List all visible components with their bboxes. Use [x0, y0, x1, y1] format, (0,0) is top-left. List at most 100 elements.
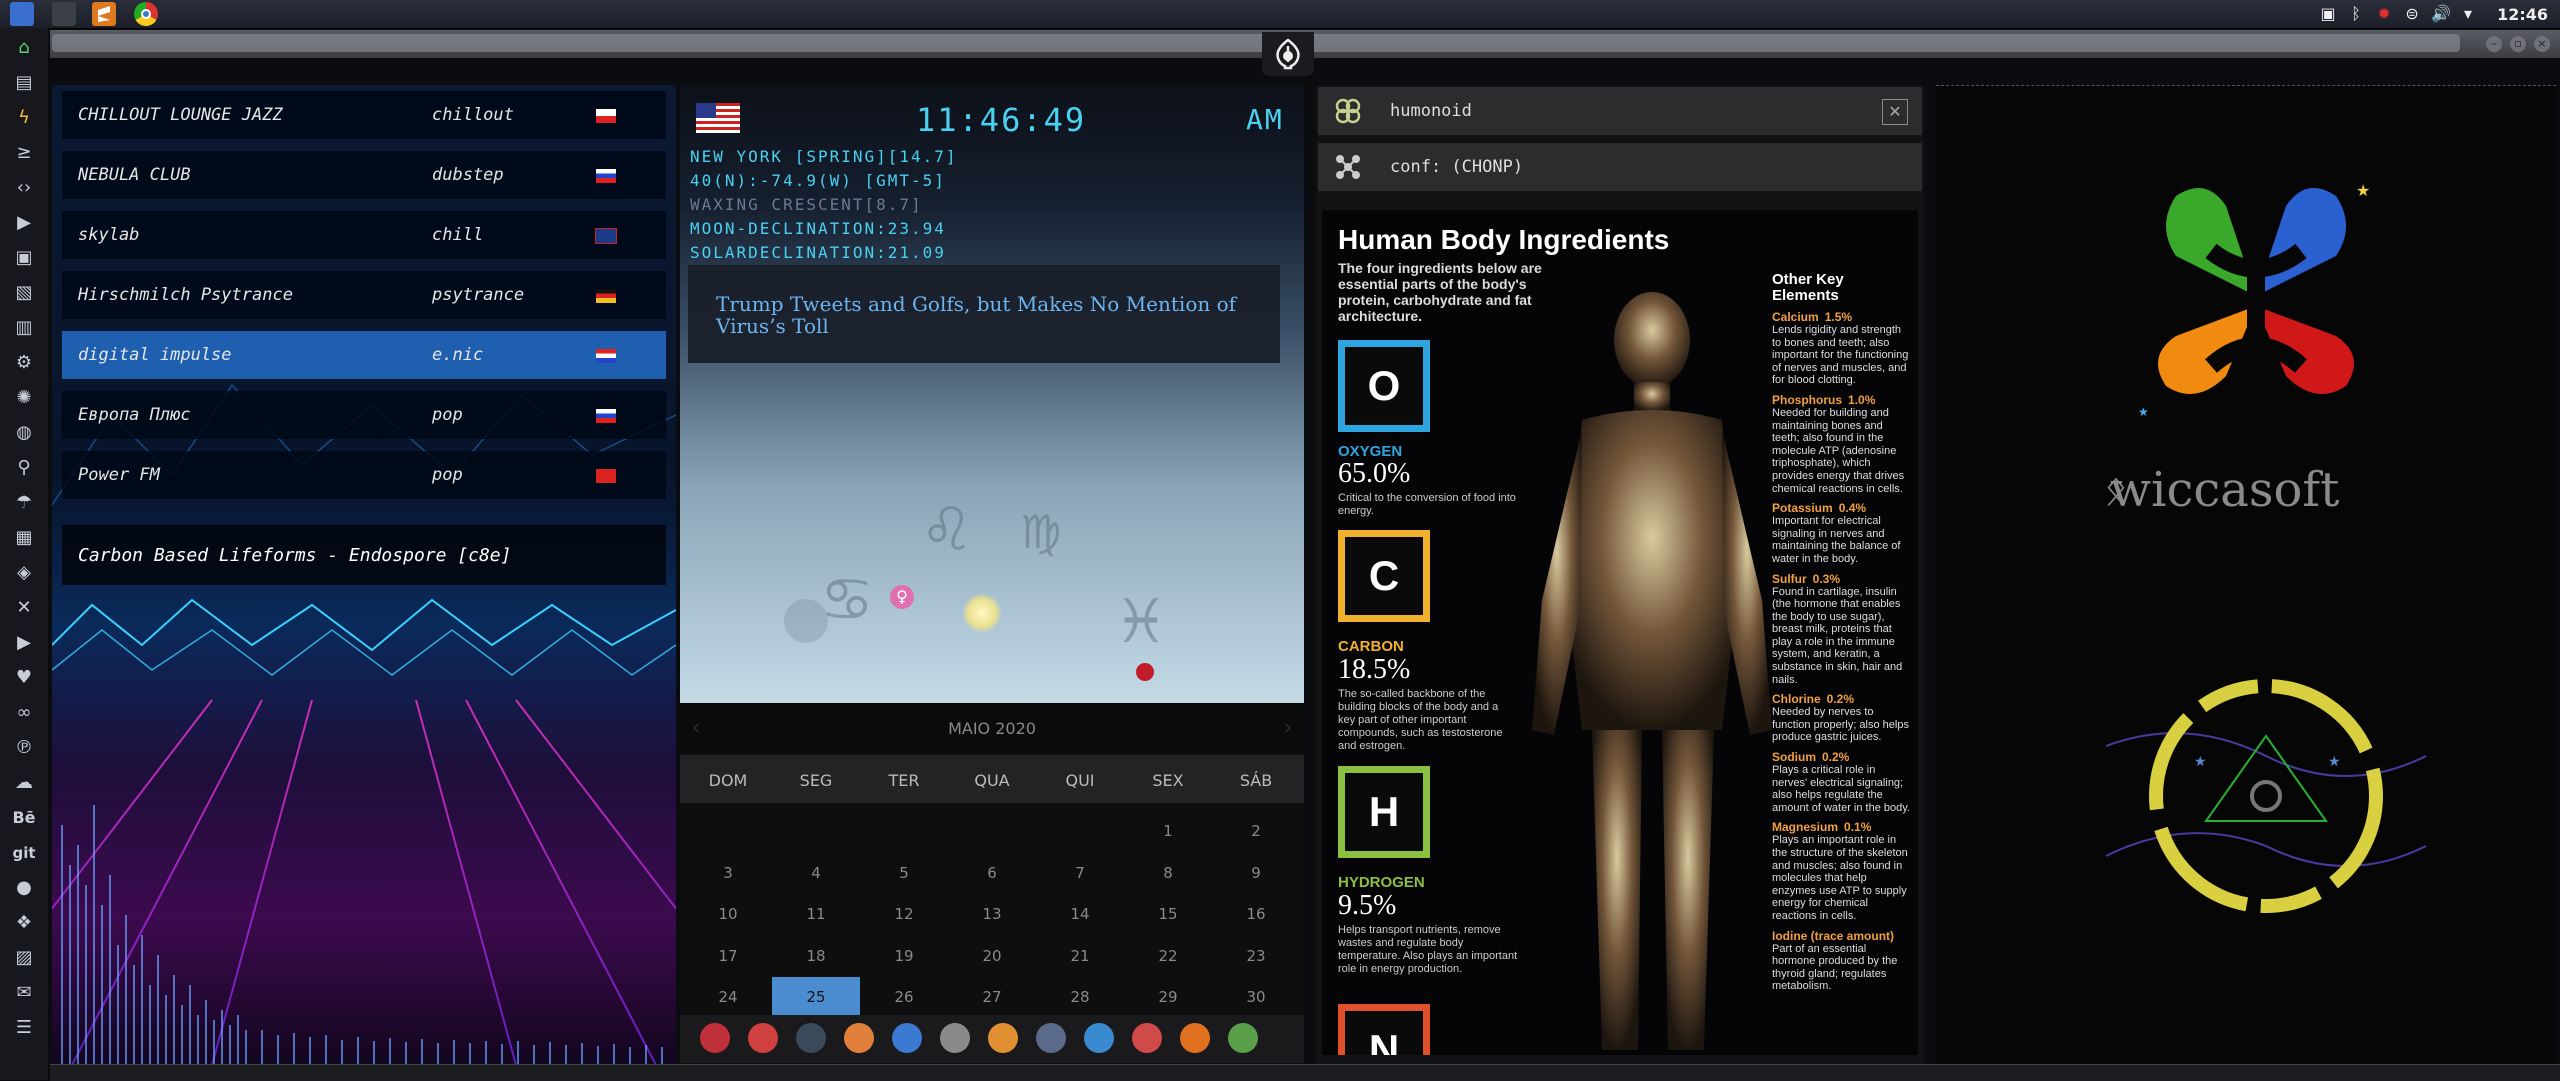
calendar-day[interactable]: 17: [684, 936, 772, 976]
umbrella-icon[interactable]: ☂: [12, 491, 36, 515]
humonoid-header[interactable]: humonoid ✕: [1318, 87, 1922, 135]
mail-icon[interactable]: ✉: [12, 981, 36, 1005]
volume-icon[interactable]: 🔊: [2431, 5, 2451, 23]
calendar-day[interactable]: 4: [772, 853, 860, 893]
station-item[interactable]: Power FM pop: [62, 451, 666, 499]
minimize-button[interactable]: –: [2486, 36, 2502, 52]
close-panel-icon[interactable]: ✕: [1882, 99, 1908, 125]
calendar-day[interactable]: 5: [860, 853, 948, 893]
calendar-day[interactable]: 12: [860, 894, 948, 934]
close-button[interactable]: ×: [2534, 36, 2550, 52]
map-icon[interactable]: ▨: [12, 946, 36, 970]
terminal-icon[interactable]: ≥: [12, 141, 36, 165]
settings-icon[interactable]: ⚙: [12, 351, 36, 375]
calendar-day[interactable]: 15: [1124, 894, 1212, 934]
globe-icon[interactable]: ◍: [12, 421, 36, 445]
calendar-day[interactable]: 21: [1036, 936, 1124, 976]
dropdown-icon[interactable]: ▾: [2459, 5, 2477, 23]
search-icon[interactable]: ⚲: [12, 456, 36, 480]
now-playing[interactable]: Carbon Based Lifeforms - Endospore [c8e]: [62, 525, 666, 585]
calendar-day[interactable]: 8: [1124, 853, 1212, 893]
calendar-day[interactable]: 23: [1212, 936, 1300, 976]
youtube-icon[interactable]: ▶: [12, 631, 36, 655]
maximize-button[interactable]: ▫: [2510, 36, 2526, 52]
translate-icon[interactable]: [892, 1023, 922, 1053]
github-icon[interactable]: ●: [12, 876, 36, 900]
files-icon[interactable]: [10, 2, 34, 26]
image-icon[interactable]: ▧: [12, 281, 36, 305]
calendar-day[interactable]: 14: [1036, 894, 1124, 934]
calendar-day[interactable]: 28: [1036, 977, 1124, 1017]
next-month-icon[interactable]: ›: [1284, 715, 1292, 739]
calendar-day[interactable]: 2: [1212, 811, 1300, 851]
calendar-day[interactable]: 3: [684, 853, 772, 893]
cloud-icon[interactable]: ☁: [12, 771, 36, 795]
calendar-day[interactable]: 7: [1036, 853, 1124, 893]
bluetooth-icon[interactable]: ᛒ: [2347, 5, 2365, 23]
calendar-day[interactable]: 27: [948, 977, 1036, 1017]
chrome-icon[interactable]: [134, 2, 158, 26]
sun-marker-icon: [962, 593, 1002, 633]
station-item[interactable]: skylab chill: [62, 211, 666, 259]
wifi-icon[interactable]: ⊜: [2403, 5, 2421, 23]
clock[interactable]: 12:46: [2497, 5, 2548, 24]
hourglass-icon[interactable]: [748, 1023, 778, 1053]
yandex-icon[interactable]: [1228, 1023, 1258, 1053]
station-item-active[interactable]: digital impulse e.nic: [62, 331, 666, 379]
calendar-day[interactable]: 10: [684, 894, 772, 934]
id-card-icon[interactable]: ▦: [12, 526, 36, 550]
conf-header[interactable]: conf: (CHONP): [1318, 143, 1922, 191]
calendar-day[interactable]: 11: [772, 894, 860, 934]
photos-icon[interactable]: [844, 1023, 874, 1053]
sublime-icon[interactable]: [92, 2, 116, 26]
station-item[interactable]: CHILLOUT LOUNGE JAZZ chillout: [62, 91, 666, 139]
calendar-day[interactable]: 26: [860, 977, 948, 1017]
globe-dark-icon[interactable]: [796, 1023, 826, 1053]
bolt-icon[interactable]: ϟ: [12, 106, 36, 130]
git-icon[interactable]: git: [12, 841, 36, 865]
document-icon[interactable]: ▤: [12, 71, 36, 95]
arrow-app-icon[interactable]: [1180, 1023, 1210, 1053]
code-icon[interactable]: ‹›: [12, 176, 36, 200]
calendar-day[interactable]: 6: [948, 853, 1036, 893]
list-icon[interactable]: ☰: [12, 1016, 36, 1040]
station-item[interactable]: Европа Плюс pop: [62, 391, 666, 439]
calendar-day[interactable]: 29: [1124, 977, 1212, 1017]
calendar-day-today[interactable]: 25: [772, 977, 860, 1017]
behance-icon[interactable]: Bē: [12, 806, 36, 830]
video-icon[interactable]: ▣: [12, 246, 36, 270]
calendar-day[interactable]: 22: [1124, 936, 1212, 976]
expand-icon[interactable]: ✕: [12, 596, 36, 620]
pinterest-icon[interactable]: ℗: [12, 736, 36, 760]
calendar-day[interactable]: 19: [860, 936, 948, 976]
screenshot-icon[interactable]: ▣: [2319, 5, 2337, 23]
calendar-day[interactable]: 9: [1212, 853, 1300, 893]
heart-icon[interactable]: ♥: [12, 666, 36, 690]
tag-icon[interactable]: ◈: [12, 561, 36, 585]
calendar-day[interactable]: 30: [1212, 977, 1300, 1017]
search-app-icon[interactable]: [988, 1023, 1018, 1053]
clock-app-icon[interactable]: [1036, 1023, 1066, 1053]
network-icon[interactable]: ✺: [12, 386, 36, 410]
station-item[interactable]: NEBULA CLUB dubstep: [62, 151, 666, 199]
cubes-icon[interactable]: ❖: [12, 911, 36, 935]
calendar-app-icon[interactable]: [1132, 1023, 1162, 1053]
news-ticker[interactable]: Trump Tweets and Golfs, but Makes No Men…: [688, 265, 1280, 363]
app-red-icon[interactable]: [700, 1023, 730, 1053]
calendar-day[interactable]: 16: [1212, 894, 1300, 934]
link-icon[interactable]: ∞: [12, 701, 36, 725]
calendar-day[interactable]: 24: [684, 977, 772, 1017]
calendar-day[interactable]: 13: [948, 894, 1036, 934]
news-icon[interactable]: ▥: [12, 316, 36, 340]
updates-icon[interactable]: ✹: [2375, 5, 2393, 23]
web-icon[interactable]: [1084, 1023, 1114, 1053]
news-headline[interactable]: Trump Tweets and Golfs, but Makes No Men…: [716, 293, 1256, 337]
calendar-sheet-icon[interactable]: [940, 1023, 970, 1053]
blank-app-icon[interactable]: [52, 2, 76, 26]
home-icon[interactable]: ⌂: [12, 36, 36, 60]
play-icon[interactable]: ▶: [12, 211, 36, 235]
calendar-day[interactable]: 1: [1124, 811, 1212, 851]
station-item[interactable]: Hirschmilch Psytrance psytrance: [62, 271, 666, 319]
calendar-day[interactable]: 18: [772, 936, 860, 976]
calendar-day[interactable]: 20: [948, 936, 1036, 976]
